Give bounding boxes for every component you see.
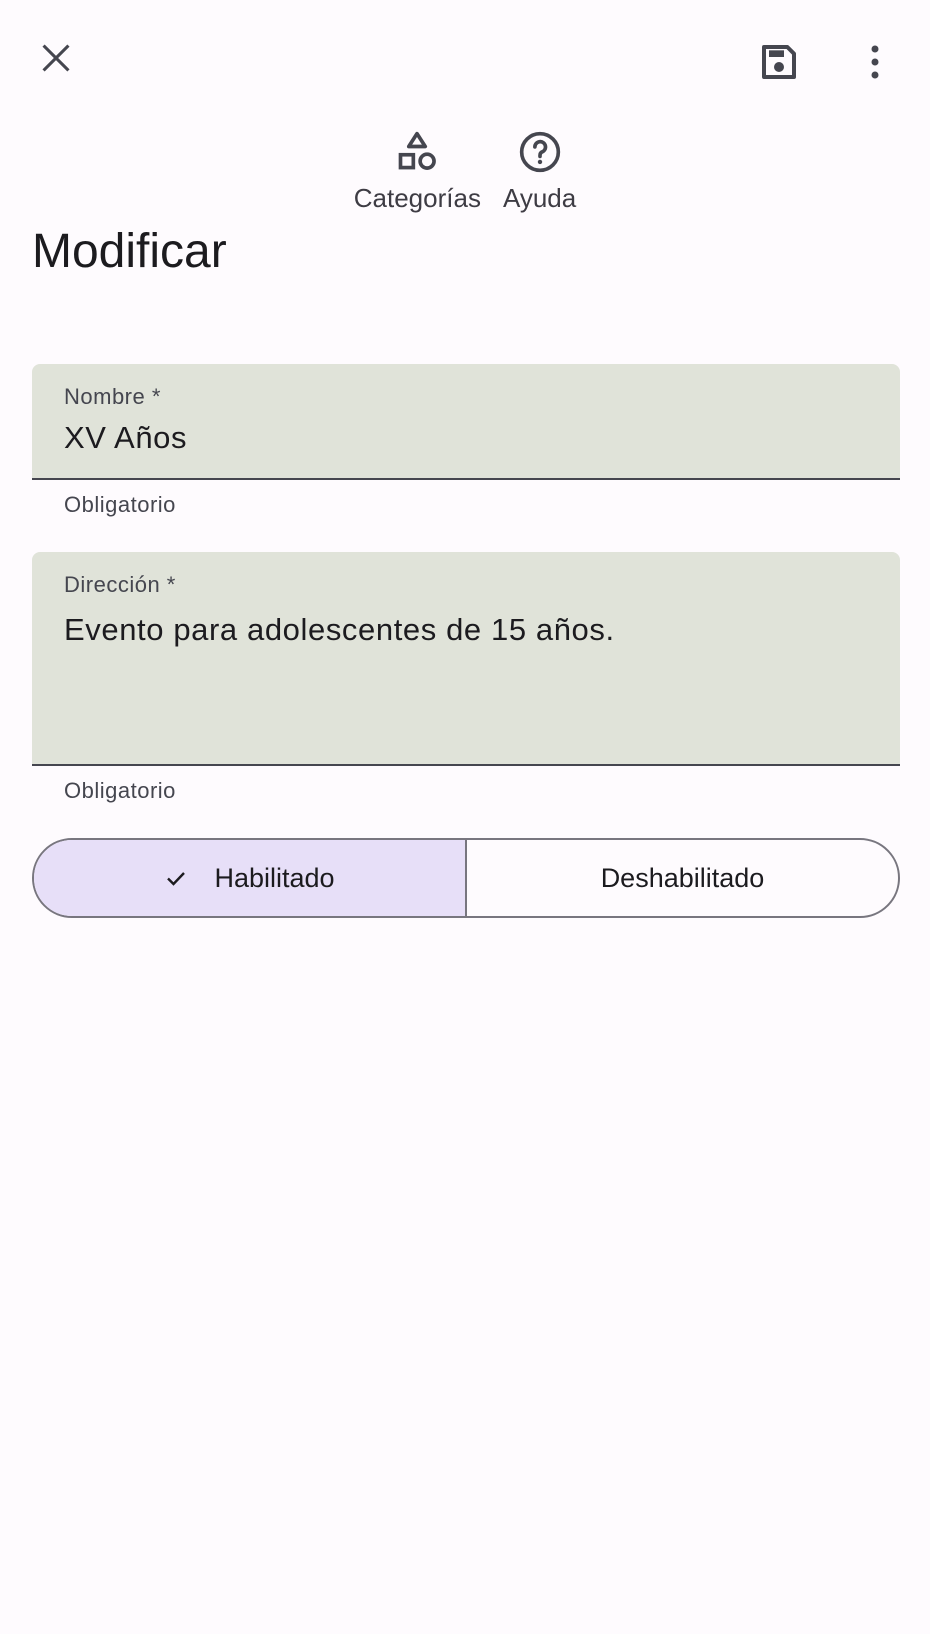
direction-helper-text: Obligatorio	[64, 778, 176, 803]
name-field[interactable]: Nombre * XV Años	[32, 364, 900, 480]
status-segmented-control: Habilitado Deshabilitado	[32, 838, 900, 918]
categories-action[interactable]: Categorías	[354, 130, 481, 214]
direction-field[interactable]: Dirección * Evento para adolescentes de …	[32, 552, 900, 766]
category-shapes-icon	[395, 130, 439, 179]
more-options-button[interactable]	[843, 32, 907, 96]
help-icon	[518, 130, 562, 179]
help-label: Ayuda	[502, 183, 577, 213]
name-field-value[interactable]: XV Años	[64, 420, 187, 456]
help-action[interactable]: Ayuda	[503, 130, 576, 214]
segment-disabled[interactable]: Deshabilitado	[467, 840, 898, 916]
direction-field-value[interactable]: Evento para adolescentes de 15 años.	[64, 612, 615, 648]
categories-label: Categorías	[353, 183, 481, 213]
check-icon	[164, 866, 188, 890]
more-vert-icon	[869, 44, 881, 85]
name-helper-text: Obligatorio	[64, 492, 176, 517]
close-button[interactable]	[24, 28, 88, 92]
save-button[interactable]	[747, 32, 811, 96]
segment-disabled-label: Deshabilitado	[600, 862, 765, 893]
name-field-label: Nombre *	[64, 384, 161, 409]
page-title: Modificar	[32, 225, 227, 278]
direction-field-label: Dirección *	[64, 572, 176, 597]
segment-enabled[interactable]: Habilitado	[34, 840, 467, 916]
close-icon	[39, 41, 73, 80]
segment-enabled-label: Habilitado	[214, 862, 335, 893]
save-icon	[759, 42, 799, 87]
top-actions: Categorías Ayuda	[0, 130, 930, 214]
